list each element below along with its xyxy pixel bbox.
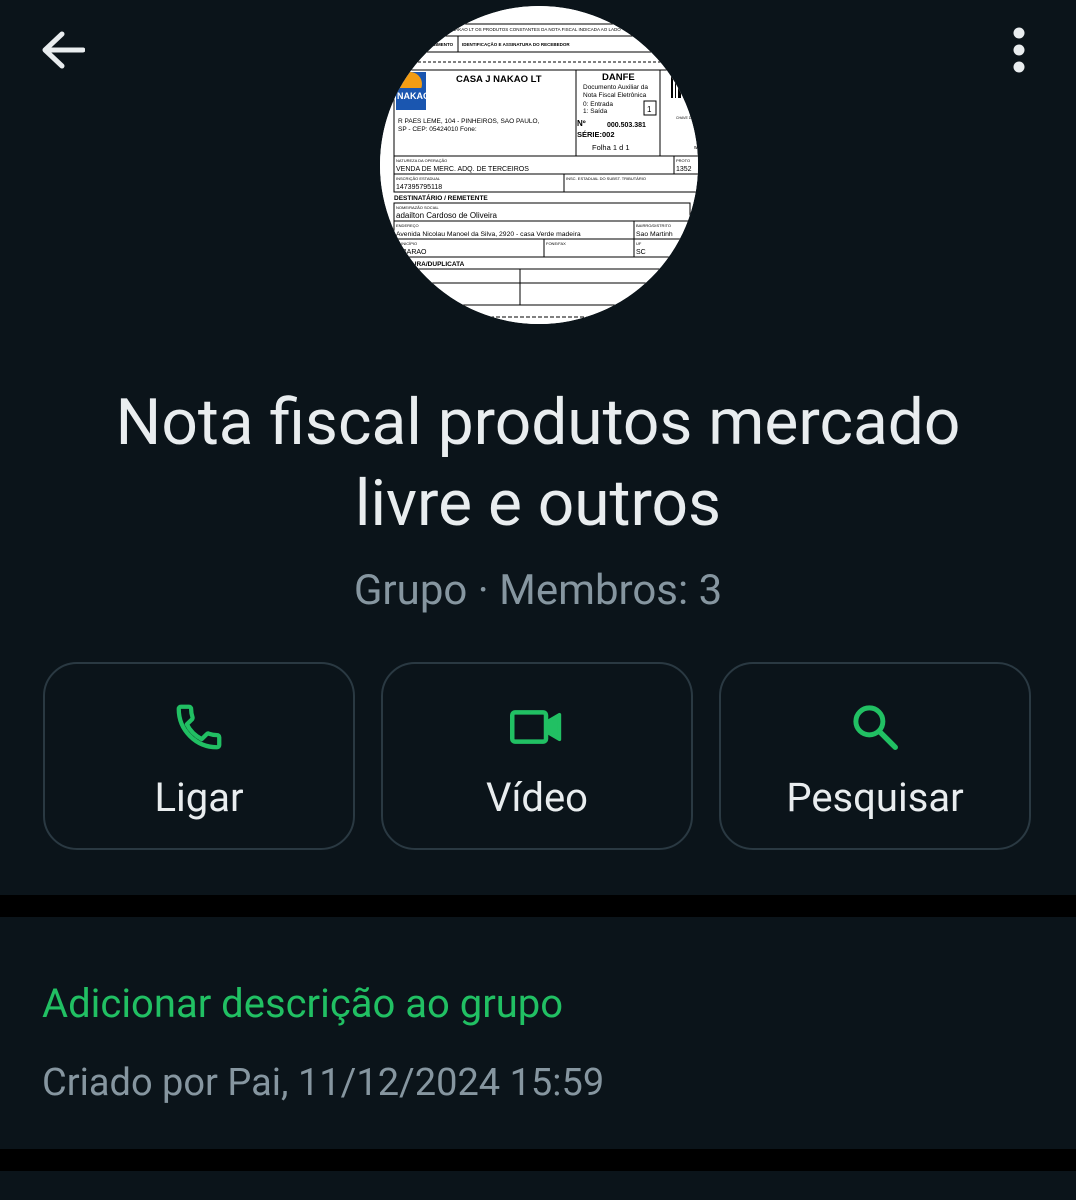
search-button[interactable]: Pesquisar — [719, 662, 1031, 850]
svg-text:MUNICÍPIO: MUNICÍPIO — [396, 241, 417, 246]
svg-text:SC: SC — [636, 249, 646, 256]
svg-text:1: 1 — [647, 105, 652, 114]
call-button-label: Ligar — [154, 774, 244, 821]
search-button-label: Pesquisar — [786, 774, 964, 821]
svg-text:RECEBIMENTO: RECEBIMENTO — [420, 42, 454, 47]
section-divider-bottom — [0, 1149, 1076, 1171]
svg-text:R PAES LEME, 104 - PINHEIROS,: R PAES LEME, 104 - PINHEIROS, SAO PAULO, — [398, 118, 540, 125]
more-options-button[interactable] — [990, 20, 1048, 80]
svg-text:VENDA DE MERC. ADQ. DE TERCEIR: VENDA DE MERC. ADQ. DE TERCEIROS — [396, 166, 529, 173]
group-avatar[interactable]: NAKAO LT OS PRODUTOS CONSTANTES DA NOTA … — [380, 6, 698, 324]
svg-text:Sao Martinh: Sao Martinh — [636, 231, 673, 238]
group-title[interactable]: Nota fiscal produtos mercado livre e out… — [40, 382, 1036, 544]
svg-text:Nº: Nº — [577, 119, 586, 128]
video-call-button[interactable]: Vídeo — [381, 662, 693, 850]
group-info-header: NAKAO LT OS PRODUTOS CONSTANTES DA NOTA … — [0, 0, 1076, 895]
svg-text:0: Entrada: 0: Entrada — [583, 101, 613, 108]
svg-text:Avenida Nicolau Manoel da Silv: Avenida Nicolau Manoel da Silva, 2920 - … — [396, 231, 581, 238]
svg-text:INSCRIÇÃO ESTADUAL: INSCRIÇÃO ESTADUAL — [396, 176, 441, 181]
svg-text:INSC. ESTADUAL DO SUBST. TRIBU: INSC. ESTADUAL DO SUBST. TRIBUTÁRIO — [566, 176, 646, 181]
group-members-subtitle: Grupo · Membros: 3 — [353, 566, 723, 615]
search-icon — [853, 705, 898, 750]
section-divider — [0, 895, 1076, 917]
svg-text:BARAO: BARAO — [402, 249, 427, 256]
add-description-link[interactable]: Adicionar descrição ao grupo — [42, 977, 563, 1031]
svg-text:CHAVE DE: CHAVE DE — [676, 116, 694, 120]
invoice-document-image: NAKAO LT OS PRODUTOS CONSTANTES DA NOTA … — [380, 6, 698, 324]
svg-text:CASA J NAKAO LT: CASA J NAKAO LT — [456, 74, 542, 85]
svg-text:Folha 1 d 1: Folha 1 d 1 — [592, 143, 630, 152]
svg-text:SP - CEP: 05424010 Fone:: SP - CEP: 05424010 Fone: — [398, 126, 477, 133]
video-call-button-label: Vídeo — [486, 774, 588, 821]
video-camera-icon — [510, 710, 562, 744]
svg-text:Documento Auxiliar da: Documento Auxiliar da — [583, 84, 648, 91]
svg-text:1: Saída: 1: Saída — [583, 108, 608, 115]
svg-text:www: www — [694, 145, 698, 151]
svg-text:FONE/FAX: FONE/FAX — [546, 241, 566, 246]
group-title-line-2: livre e outros — [354, 466, 722, 541]
svg-text:147395795118: 147395795118 — [396, 184, 442, 191]
svg-text:ENDEREÇO: ENDEREÇO — [396, 223, 419, 228]
next-section — [0, 1171, 1076, 1200]
description-section: Adicionar descrição ao grupo Criado por … — [0, 917, 1076, 1149]
svg-text:PROTO: PROTO — [676, 158, 690, 163]
svg-text:SÉRIE:002: SÉRIE:002 — [577, 130, 615, 139]
phone-icon — [176, 704, 222, 750]
svg-text:BAIRRO/DISTRITO: BAIRRO/DISTRITO — [636, 223, 671, 228]
group-title-line-1: Nota fiscal produtos mercado — [115, 385, 961, 460]
svg-text:NAKAO LT OS PRODUTOS CONSTANTE: NAKAO LT OS PRODUTOS CONSTANTES DA NOTA … — [452, 27, 621, 32]
svg-text:1352: 1352 — [676, 166, 692, 173]
svg-text:DESTINATÁRIO / REMETENTE: DESTINATÁRIO / REMETENTE — [394, 193, 488, 202]
svg-text:UF: UF — [636, 241, 642, 246]
svg-text:FATURA/DUPLICATA: FATURA/DUPLICATA — [400, 261, 465, 268]
svg-text:DANFE: DANFE — [602, 72, 635, 83]
svg-text:NAKAO: NAKAO — [397, 91, 430, 101]
call-button[interactable]: Ligar — [43, 662, 355, 850]
more-vertical-icon — [1013, 27, 1025, 73]
arrow-left-icon — [42, 31, 85, 69]
svg-text:Nota Fiscal Eletrônica: Nota Fiscal Eletrônica — [583, 92, 647, 99]
svg-text:IDENTIFICAÇÃO E ASSINATURA DO: IDENTIFICAÇÃO E ASSINATURA DO RECEBEDOR — [462, 41, 570, 47]
created-by-text: Criado por Pai, 11/12/2024 15:59 — [42, 1061, 605, 1105]
back-button[interactable] — [28, 20, 98, 80]
svg-text:adailton Cardoso de Oliveira: adailton Cardoso de Oliveira — [396, 211, 497, 220]
svg-text:NOME/RAZÃO SOCIAL: NOME/RAZÃO SOCIAL — [396, 205, 439, 210]
svg-text:NATUREZA DA OPERAÇÃO: NATUREZA DA OPERAÇÃO — [396, 158, 447, 163]
svg-text:000.503.381: 000.503.381 — [607, 122, 646, 129]
